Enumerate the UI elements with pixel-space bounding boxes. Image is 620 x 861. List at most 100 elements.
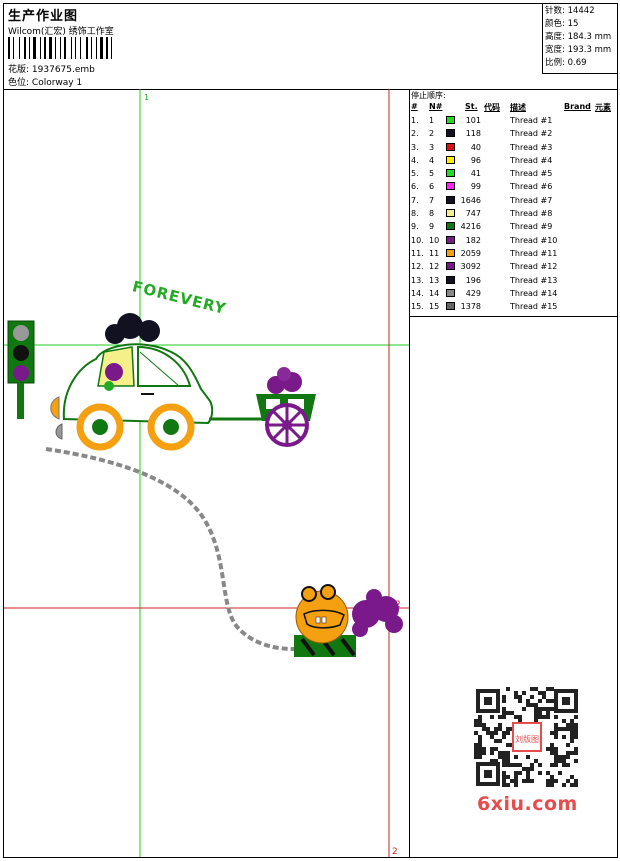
row-number: 10 (429, 235, 440, 245)
sheet-title: 生产作业图 (8, 9, 79, 24)
row-stitches: 99 (470, 182, 481, 192)
row-description: Thread #4 (510, 155, 553, 165)
thread-row: 14. 14 429 Thread #14 (409, 288, 617, 301)
row-description: Thread #15 (510, 302, 558, 312)
row-number: 7 (429, 195, 435, 205)
thread-swatch (446, 209, 455, 218)
thread-row: 4. 4 96 Thread #4 (409, 155, 617, 168)
design-height: 高度: 184.3 mm (545, 31, 615, 44)
row-number: 11 (429, 248, 440, 258)
row-stop: 10. (411, 235, 424, 245)
thread-row: 6. 6 99 Thread #6 (409, 181, 617, 194)
row-stitches: 41 (470, 169, 481, 179)
row-number: 5 (429, 169, 435, 179)
stitch-count-value: 14442 (567, 6, 595, 16)
row-description: Thread #1 (510, 116, 553, 125)
row-stop: 3. (411, 142, 419, 152)
qr-stamp: 刘版图 (515, 734, 539, 744)
thread-row: 12. 12 3092 Thread #12 (409, 261, 617, 274)
design-width-label: 宽度: (545, 45, 565, 55)
design-preview: 1 2 2 FOREVERY (4, 89, 409, 857)
row-stitches: 182 (465, 235, 481, 245)
row-stop: 4. (411, 155, 419, 165)
row-stitches: 118 (465, 129, 481, 139)
row-description: Thread #10 (510, 235, 558, 245)
colorway-line: 色位: Colorway 1 (8, 75, 82, 88)
thread-swatch (446, 116, 455, 124)
row-stitches: 3092 (460, 262, 481, 272)
production-sheet: 生产作业图 Wilcom(汇宏) 绣饰工作室 花版: 1937675.emb 色… (3, 3, 618, 858)
design-scale: 比例: 0.69 (545, 57, 615, 70)
col-stop: # (411, 102, 418, 111)
file-label: 花版: (8, 65, 30, 75)
front-wheel (76, 403, 124, 451)
col-stitches: St. (465, 102, 478, 111)
row-stop: 13. (411, 275, 424, 285)
thread-table-header: # N# St. 代码 描述 Brand 元素 (409, 102, 617, 114)
sheet-header: 生产作业图 Wilcom(汇宏) 绣饰工作室 花版: 1937675.emb 色… (4, 4, 617, 90)
row-stitches: 196 (465, 275, 481, 285)
roof-clouds (105, 313, 160, 344)
row-stop: 2. (411, 129, 419, 139)
row-stitches: 101 (465, 116, 481, 125)
design-width: 宽度: 193.3 mm (545, 44, 615, 57)
design-scale-value: 0.69 (567, 58, 587, 68)
row-stop: 7. (411, 195, 419, 205)
forever-lettering: FOREVERY (131, 277, 229, 318)
rear-wheel (147, 403, 195, 451)
row-number: 13 (429, 275, 440, 285)
thread-swatch (446, 195, 455, 204)
row-description: Thread #12 (510, 262, 558, 272)
thread-swatch (446, 302, 455, 311)
row-stitches: 2059 (460, 248, 481, 258)
row-number: 15 (429, 302, 440, 312)
row-stop: 14. (411, 288, 424, 298)
design-height-value: 184.3 mm (567, 32, 612, 42)
orange-character (294, 584, 356, 657)
thread-swatch (446, 248, 455, 257)
row-stitches: 1378 (460, 302, 481, 312)
row-stitches: 1646 (460, 195, 481, 205)
row-description: Thread #2 (510, 129, 553, 139)
row-stitches: 96 (470, 155, 481, 165)
thread-swatch (446, 129, 455, 138)
stitch-count-label: 针数: (545, 6, 565, 16)
purple-bears (352, 589, 403, 637)
thread-swatch (446, 222, 455, 231)
thread-row: 8. 8 747 Thread #8 (409, 208, 617, 221)
thread-row: 9. 9 4216 Thread #9 (409, 221, 617, 234)
thread-swatch (446, 275, 455, 284)
thread-row: 2. 2 118 Thread #2 (409, 128, 617, 141)
row-number: 12 (429, 262, 440, 272)
marker-top: 1 (144, 93, 149, 102)
row-number: 4 (429, 155, 435, 165)
row-stop: 12. (411, 262, 424, 272)
col-element: 元素 (595, 103, 611, 112)
thread-row: 3. 3 40 Thread #3 (409, 142, 617, 155)
file-line: 花版: 1937675.emb (8, 62, 95, 75)
row-number: 2 (429, 129, 435, 139)
thread-swatch (446, 169, 455, 178)
design-scale-label: 比例: (545, 58, 565, 68)
row-number: 3 (429, 142, 435, 152)
col-code: 代码 (484, 103, 500, 112)
site-watermark: 6xiu.com (477, 793, 578, 815)
row-number: 9 (429, 222, 435, 232)
row-stitches: 40 (470, 142, 481, 152)
thread-row: 13. 13 196 Thread #13 (409, 275, 617, 288)
thread-rows: 1. 1 101 Thread #1 2. 2 118 Thread #2 3. 3 40 Threa… (409, 115, 617, 314)
design-width-value: 193.3 mm (567, 45, 612, 55)
row-stitches: 747 (465, 209, 481, 219)
trailer (256, 367, 316, 447)
thread-row: 1. 1 101 Thread #1 (409, 115, 617, 128)
studio-name: Wilcom(汇宏) 绣饰工作室 (8, 27, 114, 37)
dashed-road (45, 447, 295, 651)
row-number: 1 (429, 116, 435, 125)
thread-swatch (446, 288, 455, 297)
design-canvas: 1 2 2 FOREVERY (4, 89, 410, 857)
row-number: 14 (429, 288, 440, 298)
traffic-light (7, 320, 35, 419)
row-number: 8 (429, 209, 435, 219)
thread-swatch (446, 262, 455, 271)
row-description: Thread #7 (510, 195, 553, 205)
